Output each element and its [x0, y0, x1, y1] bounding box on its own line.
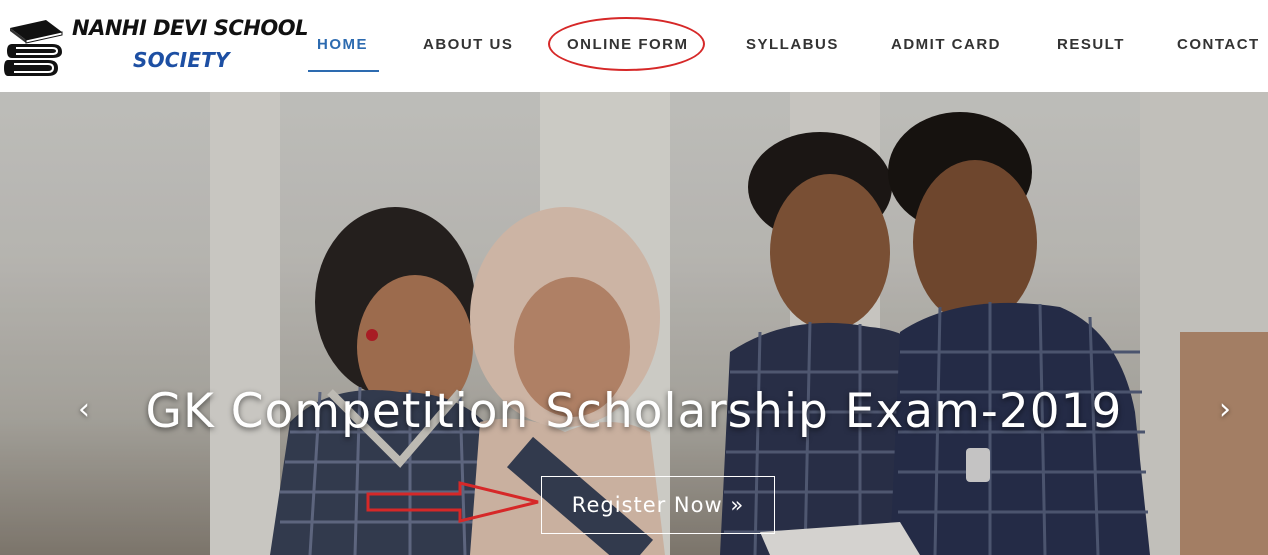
slider-next-arrow[interactable]: ›	[1219, 392, 1231, 427]
hero-slider: ‹ GK Competition Scholarship Exam-2019 ›…	[0, 92, 1268, 555]
hero-title: GK Competition Scholarship Exam-2019	[145, 384, 1123, 439]
nav-online-form[interactable]: ONLINE FORM	[567, 36, 689, 53]
red-pointer-arrow-annotation	[366, 481, 539, 523]
page: NANHI DEVI SCHOOL SOCIETY HOME ABOUT US …	[0, 0, 1268, 555]
nav-result[interactable]: RESULT	[1057, 36, 1125, 53]
nav-active-underline	[308, 70, 379, 72]
register-now-button[interactable]: Register Now »	[541, 476, 775, 534]
nav-contact[interactable]: CONTACT	[1177, 36, 1260, 53]
nav-about-us[interactable]: ABOUT US	[423, 36, 513, 53]
nav-home[interactable]: HOME	[317, 36, 368, 53]
main-nav: HOME ABOUT US ONLINE FORM SYLLABUS ADMIT…	[0, 0, 1268, 92]
nav-admit-card[interactable]: ADMIT CARD	[891, 36, 1001, 53]
site-header: NANHI DEVI SCHOOL SOCIETY HOME ABOUT US …	[0, 0, 1268, 92]
nav-syllabus[interactable]: SYLLABUS	[746, 36, 839, 53]
